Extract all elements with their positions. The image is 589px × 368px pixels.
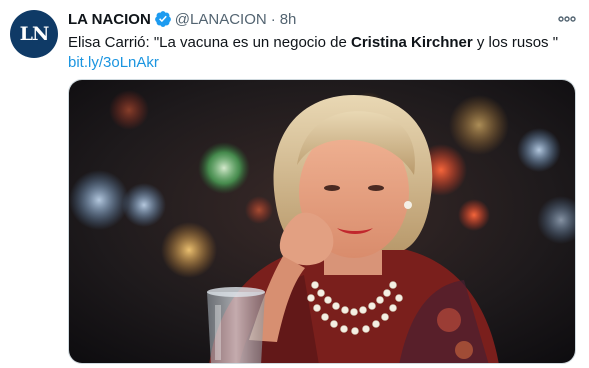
account-name[interactable]: LA NACION [68,11,151,28]
verified-badge-icon [154,10,172,28]
photo-of-woman-with-pearl-necklace [69,80,575,363]
avatar[interactable]: LN [10,10,58,58]
tweet-text-start: Elisa Carrió: "La vacuna es un negocio d… [68,34,351,51]
more-options-icon[interactable] [557,9,577,29]
tweet-text-bold: Cristina Kirchner [351,34,473,51]
tweet-link[interactable]: bit.ly/3oLnAkr [68,54,159,71]
tweet-header: LA NACION @LANACION · 8h [68,9,296,29]
tweet-media-image[interactable] [68,79,576,364]
tweet-timestamp[interactable]: 8h [280,11,297,28]
avatar-initials: LN [19,23,50,45]
tweet-card[interactable]: LN LA NACION @LANACION · 8h Elisa Carrió… [0,0,589,368]
separator-dot: · [270,10,276,28]
account-handle[interactable]: @LANACION [175,11,267,28]
tweet-text-end: y los rusos " [472,34,559,51]
tweet-text: Elisa Carrió: "La vacuna es un negocio d… [68,33,576,73]
